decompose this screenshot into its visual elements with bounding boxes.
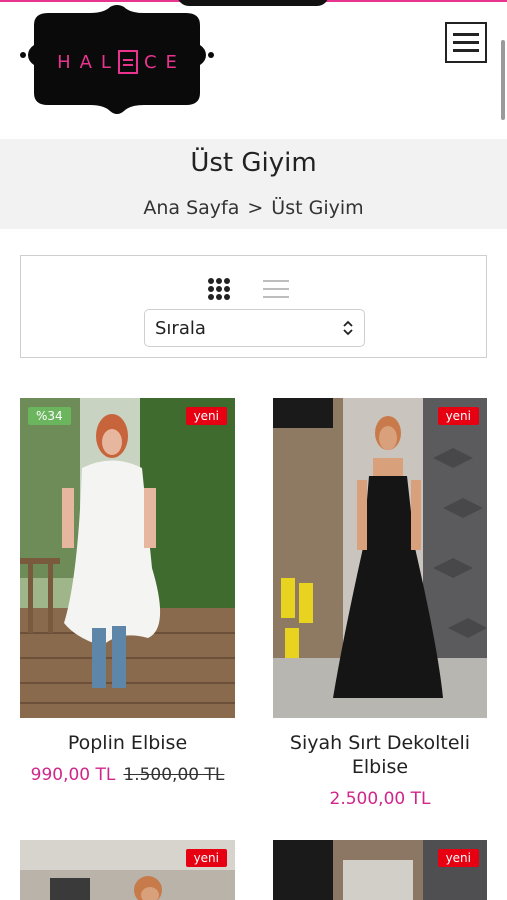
logo-text-right: CE [143,51,186,73]
new-badge: yeni [185,407,227,425]
product-card[interactable]: yeni [273,840,487,900]
listing-toolbar: Sırala [20,255,487,358]
discount-badge: %34 [28,407,71,425]
chevron-updown-icon [343,320,353,336]
site-header: HAL CE [0,0,507,138]
grid-icon[interactable] [208,278,230,300]
product-price-row: 2.500,00 TL [273,789,487,809]
product-card[interactable]: %34 yeni Poplin Elbise 990,00 TL 1.500,00… [20,398,235,798]
breadcrumb-home[interactable]: Ana Sayfa [143,197,239,219]
product-card[interactable]: yeni Siyah Sırt Dekolteli Elbise 2.500,0… [273,398,487,818]
new-badge: yeni [437,407,479,425]
new-badge: yeni [185,849,227,867]
logo-wordmark: HAL CE [20,5,214,119]
page-title: Üst Giyim [190,148,317,178]
sort-select[interactable]: Sırala [144,309,365,347]
logo-text-left: HAL [57,51,120,73]
breadcrumb-current: Üst Giyim [271,197,364,219]
hamburger-icon[interactable] [445,22,487,63]
page-scrollbar[interactable] [501,40,505,120]
sort-select-value: Sırala [155,317,206,339]
breadcrumb-separator: > [247,197,264,219]
product-card[interactable]: yeni [20,840,235,900]
logo-e-mark [117,50,138,74]
product-image[interactable] [20,398,235,718]
product-price-row: 990,00 TL 1.500,00 TL [20,765,235,785]
brand-logo[interactable]: HAL CE [20,5,214,119]
product-price: 2.500,00 TL [329,789,431,809]
product-price: 990,00 TL [30,765,116,785]
product-image[interactable] [273,398,487,718]
list-icon[interactable] [263,280,289,298]
new-badge: yeni [437,849,479,867]
breadcrumb: Ana Sayfa > Üst Giyim [0,197,507,219]
product-old-price: 1.500,00 TL [123,765,225,785]
product-name[interactable]: Poplin Elbise [20,731,235,755]
product-name[interactable]: Siyah Sırt Dekolteli Elbise [273,731,487,779]
